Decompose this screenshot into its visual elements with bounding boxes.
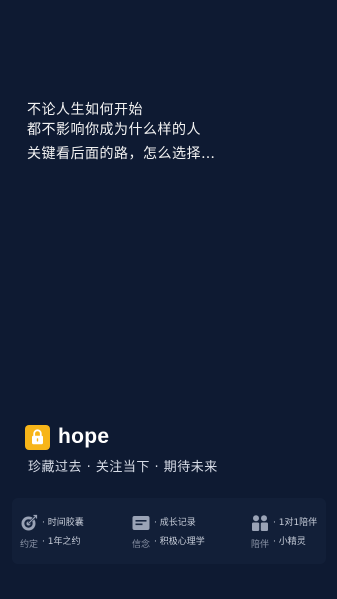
app-name: hope: [58, 425, 110, 448]
feature-strip: 约定 · 时间胶囊 · 1年之约 信念 · 成长记录 · 积极心理学 陪伴 · …: [12, 498, 326, 564]
feature-item: · 1年之约: [42, 537, 81, 547]
splash-screen: 不论人生如何开始 都不影响你成为什么样的人 关键看后面的路，怎么选择… hope…: [0, 0, 337, 599]
companions-icon: [251, 514, 269, 532]
quote-line-2: 都不影响你成为什么样的人: [27, 122, 201, 138]
feature-name: 约定: [20, 540, 39, 550]
feature-item: · 积极心理学: [154, 537, 205, 547]
feature-item: · 1对1陪伴: [273, 518, 318, 528]
feature-promise: 约定 · 时间胶囊 · 1年之约: [12, 498, 122, 564]
feature-name: 陪伴: [251, 540, 270, 550]
quote-line-3: 关键看后面的路，怎么选择…: [27, 146, 216, 162]
lock-icon: [25, 424, 50, 450]
slogan: 珍藏过去 · 关注当下 · 期待未来: [28, 460, 218, 475]
feature-belief: 信念 · 成长记录 · 积极心理学: [124, 498, 234, 564]
feature-item: · 时间胶囊: [42, 518, 84, 528]
motto-quote: 不论人生如何开始 都不影响你成为什么样的人 关键看后面的路，怎么选择…: [27, 100, 317, 164]
quote-line-1: 不论人生如何开始: [27, 102, 143, 118]
brand: hope: [25, 424, 109, 450]
letter-icon: [132, 514, 150, 532]
feature-name: 信念: [132, 540, 151, 550]
feature-company: 陪伴 · 1对1陪伴 · 小精灵: [242, 498, 326, 564]
feature-item: · 成长记录: [154, 518, 196, 528]
target-check-icon: [20, 514, 38, 532]
feature-item: · 小精灵: [273, 537, 306, 547]
